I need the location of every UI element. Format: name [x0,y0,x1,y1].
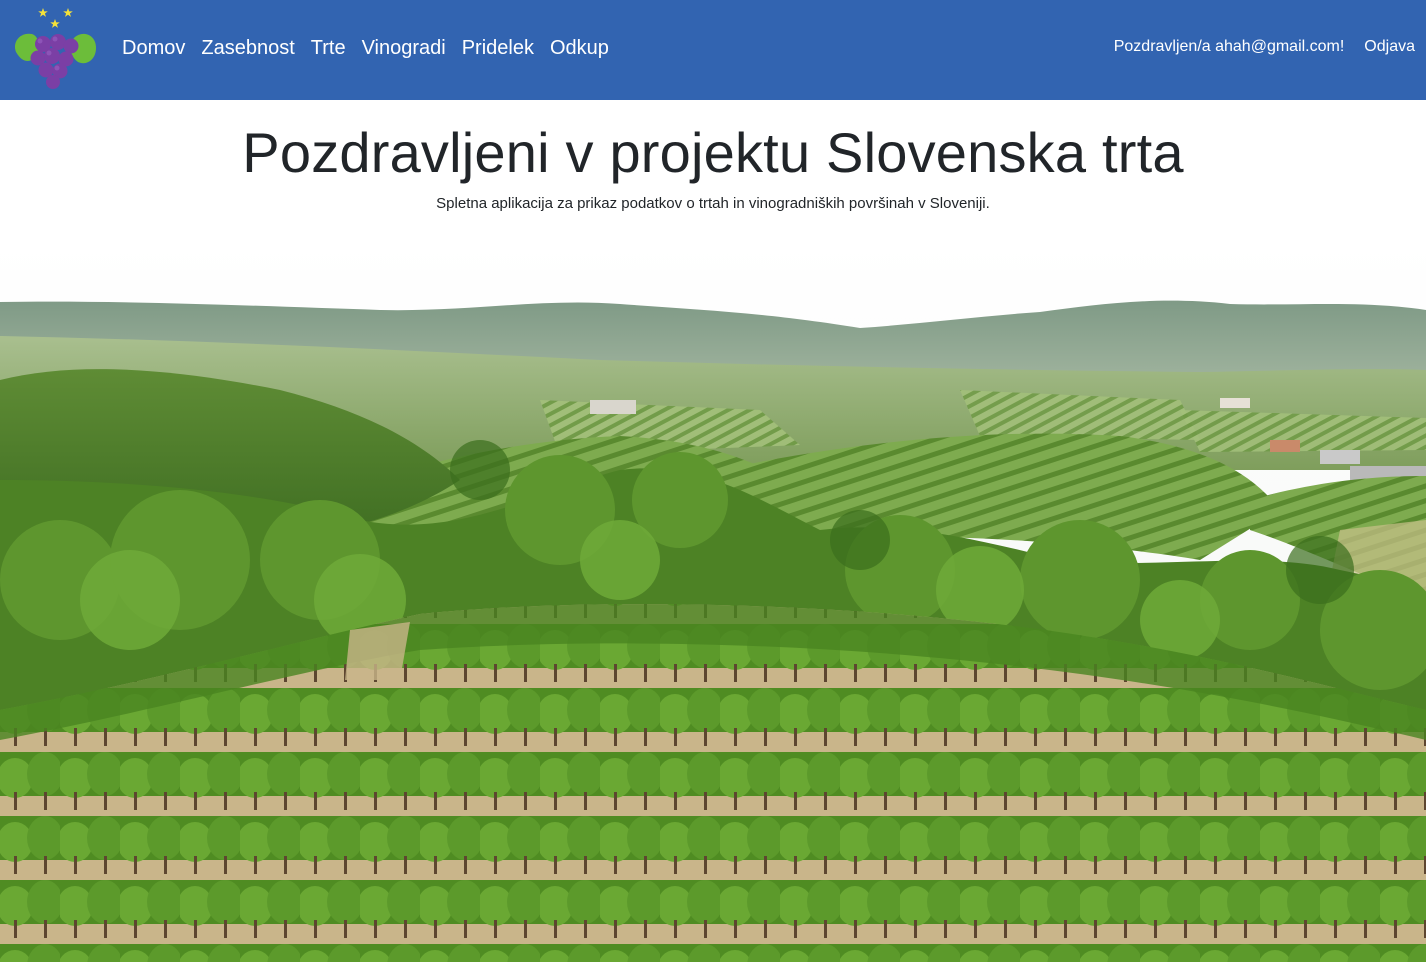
top-navbar: Domov Zasebnost Trte Vinogradi Pridelek … [0,0,1426,100]
page-subtitle: Spletna aplikacija za prikaz podatkov o … [436,195,990,212]
page-title: Pozdravljeni v projektu Slovenska trta [242,121,1184,184]
nav-link-odkup[interactable]: Odkup [550,35,609,61]
user-greeting[interactable]: Pozdravljen/a ahah@gmail.com! [1114,36,1345,58]
main-nav: Domov Zasebnost Trte Vinogradi Pridelek … [122,35,625,61]
nav-link-trte[interactable]: Trte [311,35,346,61]
nav-link-vinogradi[interactable]: Vinogradi [362,35,446,61]
grapes-logo-icon[interactable] [10,4,98,90]
nav-link-domov[interactable]: Domov [122,35,185,61]
nav-link-pridelek[interactable]: Pridelek [462,35,534,61]
vineyard-hero-image [0,240,1426,962]
nav-link-zasebnost[interactable]: Zasebnost [201,35,294,61]
user-area: Pozdravljen/a ahah@gmail.com! Odjava [1114,36,1415,58]
logout-link[interactable]: Odjava [1364,36,1415,58]
